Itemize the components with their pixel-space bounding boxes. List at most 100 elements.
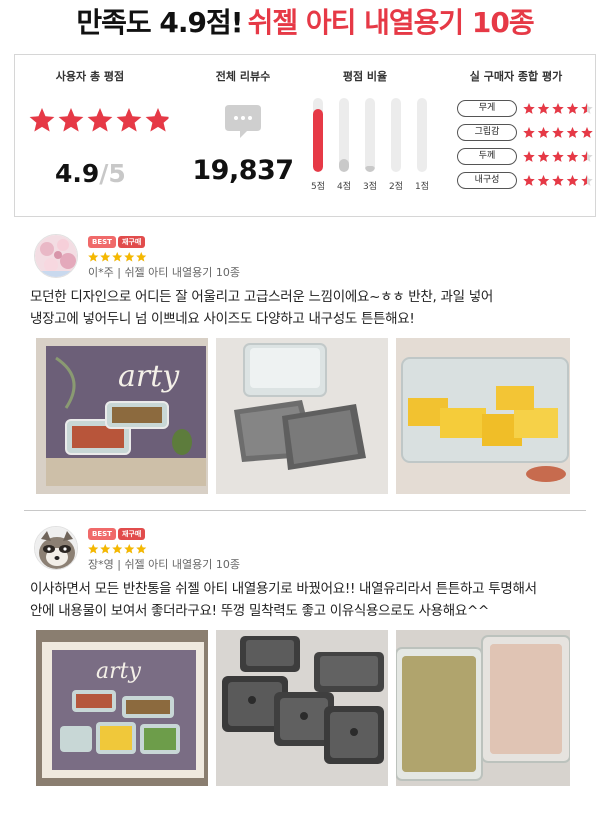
star-fill-icon <box>581 127 593 138</box>
buyer-evaluation-column: 실 구매자 종합 평가 무게그립감두께내구성 <box>435 55 597 216</box>
svg-text:arty: arty <box>118 359 180 394</box>
star-fill-icon <box>29 108 55 132</box>
star-fill-icon <box>537 127 550 138</box>
buyer-evaluation-title: 실 구매자 종합 평가 <box>469 70 563 83</box>
speech-bubble-icon <box>225 105 261 138</box>
star-fill-icon <box>100 544 111 554</box>
best-badge: BEST <box>88 236 116 248</box>
rating-distribution-column: 평점 비율 5점 4점 3점 2점 1점 <box>295 55 435 216</box>
review-star-rating <box>88 252 147 262</box>
star-fill-icon <box>552 103 564 114</box>
rating-bar-track <box>365 98 375 172</box>
star-fill-icon <box>112 544 123 554</box>
stacked-containers-photo[interactable] <box>216 630 388 786</box>
rating-bar-track <box>313 98 323 172</box>
best-badge: BEST <box>88 528 116 540</box>
evaluation-star-rating <box>523 127 593 138</box>
star-fill-icon <box>537 103 550 114</box>
review-text: 모던한 디자인으로 어디든 잘 어울리고 고급스러운 느낌이에요~ㅎㅎ 반찬, … <box>30 286 590 330</box>
overall-star-rating <box>29 108 169 132</box>
star-fill-icon <box>136 544 147 554</box>
evaluation-row: 내구성 <box>457 172 610 190</box>
arty-set-box-photo[interactable]: arty <box>36 630 208 786</box>
review-badges: BEST 재구매 <box>88 528 147 540</box>
repurchase-badge: 재구매 <box>117 236 146 248</box>
rating-bar-track <box>417 98 427 172</box>
review-photos: arty <box>36 338 570 494</box>
rating-bar <box>391 98 401 172</box>
evaluation-label: 내구성 <box>457 172 517 189</box>
overall-score: 4.9/5 <box>55 159 126 188</box>
star-fill-icon <box>88 544 99 554</box>
review-divider <box>24 510 586 511</box>
overall-score-value: 4.9 <box>55 159 100 188</box>
star-fill-icon <box>58 108 84 132</box>
evaluation-star-rating <box>523 151 593 162</box>
star-fill-icon <box>136 252 147 262</box>
baby-food-photo[interactable] <box>396 630 570 786</box>
rating-bar <box>313 98 323 172</box>
star-fill-icon <box>566 103 579 114</box>
rating-distribution-bars: 5점 4점 3점 2점 1점 <box>295 55 435 216</box>
evaluation-row: 그립감 <box>457 124 610 142</box>
repurchase-badge: 재구매 <box>117 528 146 540</box>
star-fill-icon <box>523 151 535 162</box>
rating-bar-fill <box>313 109 323 172</box>
reviewer-avatar-blossom <box>34 234 78 278</box>
rating-bar <box>365 98 375 172</box>
evaluation-row: 두께 <box>457 148 610 166</box>
svg-text:arty: arty <box>96 659 141 684</box>
star-fill-icon <box>552 151 564 162</box>
star-fill-icon <box>116 108 142 132</box>
pineapple-container-photo[interactable] <box>396 338 570 494</box>
rating-bar-track <box>339 98 349 172</box>
evaluation-row: 무게 <box>457 100 610 118</box>
review-text-line: 냉장고에 넣어두니 넘 이쁘네요 사이즈도 다양하고 내구성도 튼튼해요! <box>30 311 415 327</box>
rating-bar-fill <box>365 166 375 172</box>
review-meta: 장*영 | 쉬젤 아티 내열용기 10종 <box>88 558 241 571</box>
star-fill-icon <box>566 175 579 186</box>
review-meta: 이*주 | 쉬젤 아티 내열용기 10종 <box>88 266 241 279</box>
star-fill-icon <box>537 151 550 162</box>
rating-bar-track <box>391 98 401 172</box>
headline-product: 쉬젤 아티 내열용기 10종 <box>247 6 535 39</box>
star-fill-icon <box>537 175 550 186</box>
review-text: 이사하면서 모든 반찬통을 쉬젤 아티 내열용기로 바꿨어요!! 내열유리라서 … <box>30 578 590 622</box>
star-fill-icon <box>124 252 135 262</box>
review-text-line: 이사하면서 모든 반찬통을 쉬젤 아티 내열용기로 바꿨어요!! 내열유리라서 … <box>30 581 537 597</box>
review-card-1: BEST 재구매 이*주 | 쉬젤 아티 내열용기 10종 모던한 디자인으로 어… <box>30 234 590 496</box>
glass-lids-photo[interactable] <box>216 338 388 494</box>
review-star-rating <box>88 544 147 554</box>
star-fill-icon <box>87 108 113 132</box>
review-badges: BEST 재구매 <box>88 236 147 248</box>
page-headline: 만족도 4.9점! 쉬젤 아티 내열용기 10종 <box>0 0 610 46</box>
review-photos: arty <box>36 630 570 786</box>
evaluation-label: 두께 <box>457 148 517 165</box>
star-fill-icon <box>523 175 535 186</box>
rating-summary-panel: 사용자 총 평점 4.9/5 전체 리뷰수 19,837 평점 비율 5점 4점 3… <box>14 54 596 217</box>
review-card-2: BEST 재구매 장*영 | 쉬젤 아티 내열용기 10종 이사하면서 모든 반찬… <box>30 526 590 788</box>
star-fill-icon <box>566 127 579 138</box>
rating-bar-fill <box>339 158 349 172</box>
overall-rating-column: 사용자 총 평점 4.9/5 <box>15 55 169 216</box>
headline-satisfaction: 만족도 4.9점! <box>76 6 243 39</box>
star-fill-icon <box>552 127 564 138</box>
review-text-line: 안에 내용물이 보여서 좋더라구요! 뚜껑 밀착력도 좋고 이유식용으로도 사용… <box>30 603 490 619</box>
overall-rating-title: 사용자 총 평점 <box>55 70 125 83</box>
star-fill-icon <box>88 252 99 262</box>
rating-bar-label: 1점 <box>414 182 429 192</box>
review-text-line: 모던한 디자인으로 어디든 잘 어울리고 고급스러운 느낌이에요~ㅎㅎ 반찬, … <box>30 289 494 305</box>
arty-box-photo[interactable]: arty <box>36 338 208 494</box>
overall-score-max: /5 <box>99 159 126 188</box>
star-fill-icon <box>566 151 579 162</box>
rating-bar <box>417 98 427 172</box>
rating-bar <box>339 98 349 172</box>
star-fill-icon <box>523 127 535 138</box>
evaluation-star-rating <box>523 103 593 114</box>
star-fill-icon <box>523 103 535 114</box>
star-fill-icon <box>552 175 564 186</box>
star-fill-icon <box>100 252 111 262</box>
evaluation-label: 그립감 <box>457 124 517 141</box>
evaluation-label: 무게 <box>457 100 517 117</box>
star-fill-icon <box>112 252 123 262</box>
